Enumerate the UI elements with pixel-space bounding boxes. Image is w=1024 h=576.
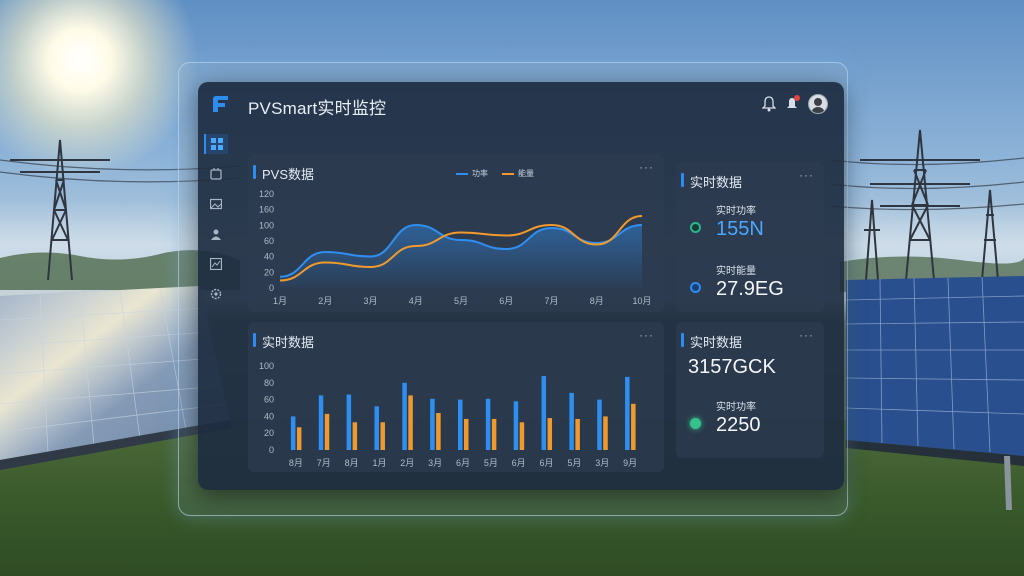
settings-icon[interactable]: [206, 284, 226, 304]
bar-blue: [318, 395, 324, 450]
notification-dot: [794, 95, 800, 101]
alert-icon[interactable]: [786, 95, 800, 112]
line-y-tick: 40: [264, 252, 274, 262]
header-actions: [762, 94, 828, 114]
line-area-series-1: [280, 225, 642, 288]
bar-orange: [491, 418, 497, 450]
bar-chart-card: 实时数据 ··· 100 80 60 40 20 0 8月 7月 8月 1月 2月 3月 6月 5月 6月 6…: [248, 322, 664, 472]
line-x-tick: 2月: [318, 296, 332, 306]
bar-blue: [541, 376, 547, 450]
stat-value-main: 3157GCK: [688, 356, 776, 378]
bar-orange: [324, 413, 330, 450]
grid-icon[interactable]: [204, 134, 228, 154]
stats-card-bottom: 实时数据 ··· 3157GCK 实时功率 2250: [676, 322, 824, 458]
dashboard-window: PVSmart实时监控 PVS数据 ··· 功率 能量 120 160 100 …: [198, 82, 844, 490]
bell-icon[interactable]: [762, 96, 776, 112]
stat-value-power: 155N: [716, 218, 764, 240]
bar-y-tick: 20: [264, 428, 274, 438]
bar-orange: [547, 418, 553, 450]
bar-blue: [597, 399, 602, 450]
bar-y-tick: 0: [269, 445, 274, 455]
bar-y-tick: 40: [264, 411, 274, 421]
bar-orange: [352, 422, 358, 450]
bar-x-tick: 2月: [400, 458, 414, 468]
users-icon[interactable]: [206, 224, 226, 244]
power-status-dot: [690, 222, 701, 233]
stat-label-power: 实时功率: [716, 206, 756, 217]
stats-card-top: 实时数据 ··· 实时功率 155N 实时能量 27.9EG: [676, 162, 824, 312]
line-x-tick: 7月: [544, 296, 558, 306]
bar-blue: [374, 406, 379, 450]
bottom-status-dot: [690, 418, 701, 429]
sidebar: [198, 126, 234, 490]
device-icon[interactable]: [206, 164, 226, 184]
bar-x-tick: 6月: [456, 458, 470, 468]
line-y-tick: 100: [259, 220, 274, 230]
bar-y-tick: 80: [264, 378, 274, 388]
line-y-tick: 60: [264, 236, 274, 246]
bar-y-tick: 100: [259, 361, 274, 371]
header-bar: PVSmart实时监控: [198, 82, 844, 126]
bar-blue: [346, 394, 352, 450]
bar-y-tick: 60: [264, 395, 274, 405]
stat-value-bottom: 2250: [716, 414, 761, 436]
line-chart-card: PVS数据 ··· 功率 能量 120 160 100 60 40 20 0 1月 2月 3月 4月…: [248, 154, 664, 312]
bar-x-tick: 7月: [317, 458, 331, 468]
stat-value-energy: 27.9EG: [716, 278, 784, 300]
stats-bottom-title: 实时数据: [680, 332, 742, 351]
bar-blue: [290, 416, 296, 450]
bar-blue: [513, 401, 519, 450]
bar-blue: [458, 399, 463, 450]
image-icon[interactable]: [206, 194, 226, 214]
stats-bottom-more-button[interactable]: ···: [799, 328, 814, 342]
line-x-tick: 8月: [590, 296, 604, 306]
chart-icon[interactable]: [206, 254, 226, 274]
bar-orange: [631, 403, 636, 450]
line-x-tick: 10月: [632, 296, 651, 306]
stat-label-energy: 实时能量: [716, 266, 756, 277]
bar-blue: [569, 392, 574, 450]
line-y-tick: 0: [269, 283, 274, 293]
app-title: PVSmart实时监控: [248, 99, 387, 118]
bar-x-tick: 6月: [540, 458, 554, 468]
bar-x-tick: 3月: [428, 458, 442, 468]
bar-x-tick: 8月: [289, 458, 303, 468]
app-logo-icon: [213, 96, 228, 112]
bar-orange: [436, 413, 441, 450]
line-y-tick: 20: [264, 267, 274, 277]
line-x-tick: 4月: [409, 296, 423, 306]
line-y-tick: 120: [259, 189, 274, 199]
stats-top-title: 实时数据: [680, 172, 742, 191]
stat-label-bottom: 实时功率: [716, 402, 756, 413]
bar-x-tick: 3月: [595, 458, 609, 468]
bar-orange: [296, 427, 302, 450]
bar-x-tick: 8月: [345, 458, 359, 468]
line-x-tick: 3月: [363, 296, 377, 306]
bar-blue: [402, 382, 407, 450]
line-x-tick: 5月: [454, 296, 468, 306]
bar-blue: [625, 376, 630, 450]
user-avatar[interactable]: [808, 94, 828, 114]
line-y-tick: 160: [259, 205, 274, 215]
energy-status-dot: [690, 282, 701, 293]
bar-x-tick: 6月: [512, 458, 526, 468]
line-x-tick: 1月: [273, 296, 287, 306]
bar-x-tick: 5月: [567, 458, 581, 468]
line-chart: 120 160 100 60 40 20 0 1月 2月 3月 4月 5月 6月 7月 8月 10月: [259, 189, 652, 306]
stats-top-more-button[interactable]: ···: [799, 168, 814, 182]
bar-chart: 100 80 60 40 20 0 8月 7月 8月 1月 2月 3月 6月 5月 6月 6月 5月 3月 9月: [259, 361, 637, 468]
bar-blue: [485, 398, 491, 450]
bar-orange: [380, 422, 385, 450]
bar-orange: [519, 422, 525, 450]
bar-orange: [575, 418, 580, 450]
bar-x-tick: 5月: [484, 458, 498, 468]
bar-x-tick: 9月: [623, 458, 637, 468]
line-x-tick: 6月: [499, 296, 513, 306]
bar-orange: [464, 418, 469, 450]
bar-x-tick: 1月: [372, 458, 386, 468]
bar-orange: [603, 416, 608, 450]
bar-orange: [408, 395, 413, 450]
bar-blue: [430, 398, 435, 450]
